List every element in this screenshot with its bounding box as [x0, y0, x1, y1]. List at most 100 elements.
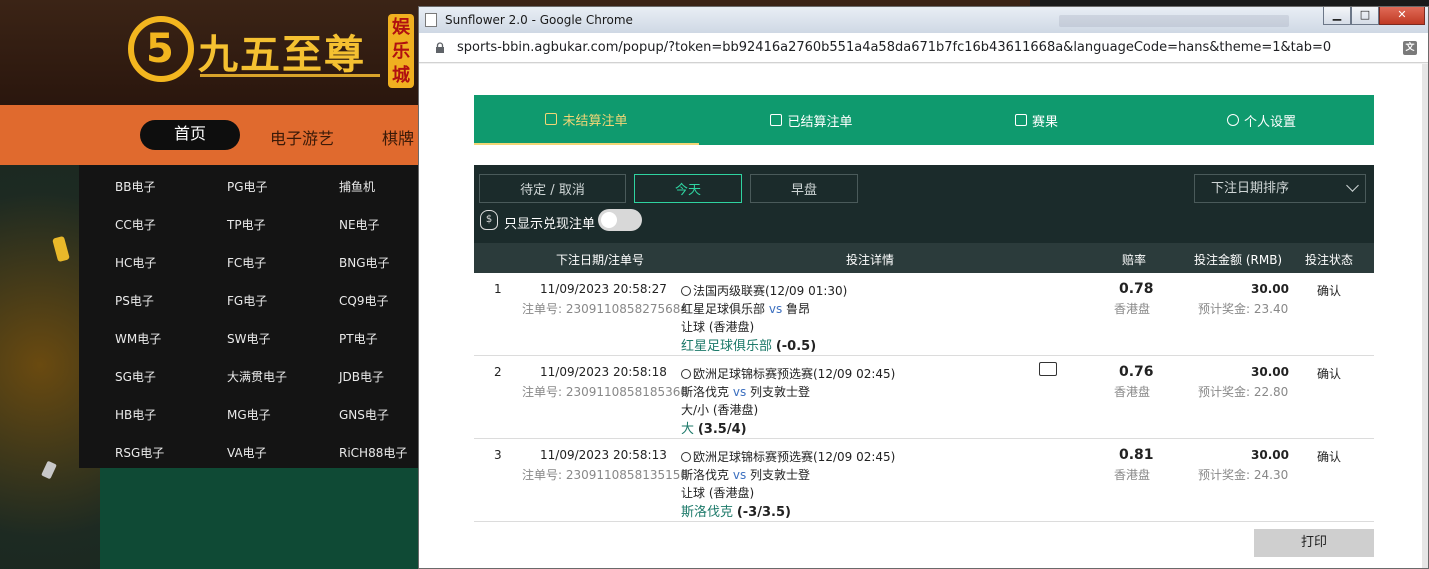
- nav-chess[interactable]: 棋牌: [382, 125, 414, 149]
- tab-label: 已结算注单: [787, 114, 853, 130]
- translate-icon[interactable]: 文: [1403, 41, 1417, 55]
- nav-home[interactable]: 首页: [140, 120, 240, 150]
- receipt-icon: [545, 113, 558, 125]
- game-menu-item[interactable]: BB电子: [115, 178, 155, 195]
- filter-pending-button[interactable]: 待定 / 取消: [479, 174, 626, 203]
- soccer-ball-icon: [681, 286, 691, 296]
- pick-name: 斯洛伐克: [681, 505, 734, 520]
- tab-unsettled[interactable]: 未结算注单: [474, 95, 699, 145]
- lock-icon: [436, 42, 444, 53]
- bet-pick: 斯洛伐克 (-3/3.5): [681, 501, 791, 520]
- logo-text: 九五至尊: [198, 32, 366, 78]
- game-menu-item[interactable]: MG电子: [227, 406, 271, 423]
- game-menu-item[interactable]: FC电子: [227, 254, 266, 271]
- tab-bar: 未结算注单 已结算注单 赛果 个人设置: [474, 95, 1374, 145]
- address-bar[interactable]: sports-bbin.agbukar.com/popup/?token=bb9…: [419, 33, 1428, 63]
- league: 欧洲足球锦标赛预选赛(12/09 02:45): [693, 450, 896, 464]
- match-teams: 斯洛伐克 vs 列支敦士登: [681, 383, 810, 400]
- header-date: 下注日期/注单号: [556, 253, 645, 267]
- table-row[interactable]: 1 11/09/2023 20:58:27 注单号: 2309110858275…: [474, 273, 1374, 356]
- site-nav: 首页 电子游艺 棋牌: [0, 105, 420, 165]
- bet-datetime: 11/09/2023 20:58:27: [540, 282, 667, 296]
- market-type: 大/小 (香港盘): [681, 403, 759, 417]
- game-menu-item[interactable]: PT电子: [339, 330, 378, 347]
- table-row[interactable]: 2 11/09/2023 20:58:18 注单号: 2309110858185…: [474, 356, 1374, 439]
- vs-label: vs: [732, 385, 747, 399]
- game-menu-item[interactable]: VA电子: [227, 444, 267, 461]
- game-menu-item[interactable]: HB电子: [115, 406, 156, 423]
- stake-amount: 30.00: [1251, 365, 1289, 379]
- filter-early-button[interactable]: 早盘: [750, 174, 858, 203]
- comment-icon[interactable]: [1039, 362, 1057, 376]
- browser-popup-window: Sunflower 2.0 - Google Chrome ▁ □ ✕ spor…: [418, 6, 1429, 569]
- home-team: 斯洛伐克: [681, 385, 730, 399]
- game-dropdown-menu: BB电子 PG电子 捕鱼机 CC电子 TP电子 NE电子 HC电子 FC电子 BNG电子 PS电子…: [79, 165, 420, 468]
- game-menu-item[interactable]: HC电子: [115, 254, 156, 271]
- league-line: 法国丙级联赛(12/09 01:30): [681, 282, 847, 299]
- cashout-filter-label: 只显示兑现注单: [504, 217, 596, 232]
- game-menu-item[interactable]: 大满贯电子: [227, 368, 287, 385]
- nav-electronic[interactable]: 电子游艺: [270, 125, 334, 149]
- away-team: 列支敦士登: [750, 385, 811, 399]
- close-button[interactable]: ✕: [1379, 7, 1425, 25]
- game-menu-item[interactable]: FG电子: [227, 292, 267, 309]
- print-button[interactable]: 打印: [1254, 529, 1374, 557]
- game-menu-item[interactable]: RSG电子: [115, 444, 164, 461]
- pick-line: (-0.5): [775, 339, 817, 354]
- game-menu-item[interactable]: CQ9电子: [339, 292, 388, 309]
- page-content: 未结算注单 已结算注单 赛果 个人设置 待定 / 取消 今天 早盘 下注日期排序: [419, 64, 1422, 568]
- league: 法国丙级联赛(12/09 01:30): [693, 284, 848, 298]
- ticket-number: 注单号: 2309110858275684: [522, 302, 689, 316]
- game-menu-item[interactable]: GNS电子: [339, 406, 389, 423]
- row-index: 3: [494, 448, 502, 462]
- stake-amount: 30.00: [1251, 282, 1289, 296]
- tab-label: 未结算注单: [562, 113, 628, 129]
- estimated-payout: 预计奖金: 24.30: [1198, 468, 1289, 482]
- tab-results[interactable]: 赛果: [924, 95, 1149, 145]
- game-menu-item[interactable]: WM电子: [115, 330, 161, 347]
- game-menu-item[interactable]: CC电子: [115, 216, 156, 233]
- league: 欧洲足球锦标赛预选赛(12/09 02:45): [693, 367, 896, 381]
- game-menu-item[interactable]: JDB电子: [339, 368, 384, 385]
- odds-value: 0.81: [1119, 447, 1154, 463]
- filter-today-button[interactable]: 今天: [634, 174, 742, 203]
- game-menu-item[interactable]: PS电子: [115, 292, 154, 309]
- maximize-button[interactable]: □: [1351, 7, 1379, 25]
- page-icon: [425, 13, 437, 27]
- window-title: Sunflower 2.0 - Google Chrome: [445, 13, 633, 27]
- odds-type: 香港盘: [1114, 302, 1151, 316]
- logo-icon[interactable]: 5: [128, 16, 194, 82]
- game-menu-item[interactable]: NE电子: [339, 216, 380, 233]
- away-team: 列支敦士登: [750, 468, 811, 482]
- money-bag-icon: $: [480, 210, 498, 230]
- logo-tag: 娱乐城: [388, 14, 414, 88]
- pick-line: (-3/3.5): [736, 505, 791, 520]
- game-menu-item[interactable]: BNG电子: [339, 254, 390, 271]
- game-menu-item[interactable]: TP电子: [227, 216, 266, 233]
- minimize-button[interactable]: ▁: [1323, 7, 1351, 25]
- scrollbar[interactable]: [1422, 64, 1428, 568]
- table-header: 下注日期/注单号 投注详情 赔率 投注金额 (RMB) 投注状态: [474, 243, 1374, 273]
- cashout-toggle[interactable]: [598, 209, 642, 231]
- odds-value: 0.76: [1119, 364, 1154, 380]
- pick-line: (3.5/4): [697, 422, 747, 437]
- header-amount: 投注金额 (RMB): [1194, 253, 1283, 267]
- game-menu-item[interactable]: RiCH88电子: [339, 444, 407, 461]
- game-menu-item[interactable]: PG电子: [227, 178, 268, 195]
- sort-select[interactable]: 下注日期排序: [1194, 174, 1366, 203]
- tab-settled[interactable]: 已结算注单: [699, 95, 924, 145]
- game-menu-item[interactable]: SG电子: [115, 368, 156, 385]
- market-type: 让球 (香港盘): [681, 320, 755, 334]
- game-menu-item[interactable]: SW电子: [227, 330, 270, 347]
- tab-label: 个人设置: [1243, 114, 1296, 130]
- tab-label: 赛果: [1031, 114, 1058, 130]
- tab-settings[interactable]: 个人设置: [1149, 95, 1374, 145]
- game-menu-item[interactable]: 捕鱼机: [339, 178, 375, 195]
- title-bar[interactable]: Sunflower 2.0 - Google Chrome ▁ □ ✕: [419, 7, 1428, 33]
- url-text[interactable]: sports-bbin.agbukar.com/popup/?token=bb9…: [457, 40, 1331, 55]
- row-index: 2: [494, 365, 502, 379]
- table-row[interactable]: 3 11/09/2023 20:58:13 注单号: 2309110858135…: [474, 439, 1374, 522]
- home-team: 斯洛伐克: [681, 468, 730, 482]
- vs-label: vs: [732, 468, 747, 482]
- match-teams: 斯洛伐克 vs 列支敦士登: [681, 466, 810, 483]
